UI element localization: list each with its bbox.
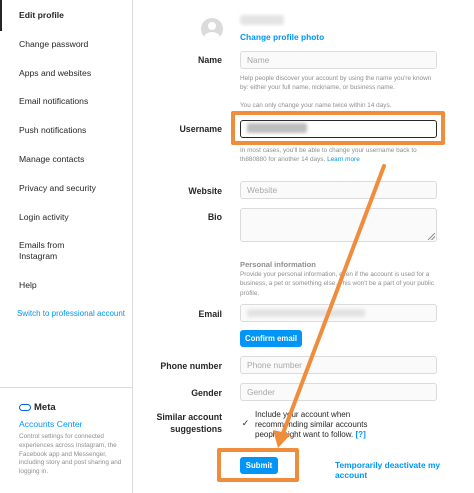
website-field[interactable] [240,181,437,199]
similar-accounts-description: Include your account when recommending s… [255,410,368,439]
change-profile-photo-link[interactable]: Change profile photo [240,32,324,42]
username-help-text: In most cases, you'll be able to change … [240,146,440,165]
similar-accounts-label: Similar account suggestions [0,411,222,435]
similar-accounts-text: Include your account when recommending s… [255,410,371,440]
gender-label: Gender [191,388,222,398]
meta-infinity-icon [19,404,31,411]
personal-info-help: Provide your personal information, even … [240,271,434,297]
active-indicator [0,0,2,31]
deactivate-account-link[interactable]: Temporarily deactivate my account [335,460,474,480]
resize-handle-icon[interactable] [428,233,435,240]
sidebar-item-apps-websites[interactable]: Apps and websites [19,68,91,79]
similar-accounts-label-line1: Similar account [156,412,222,422]
sidebar-item-manage-contacts[interactable]: Manage contacts [19,154,84,165]
blurred-email-value [247,309,365,317]
website-label: Website [188,186,222,196]
learn-more-link[interactable]: Learn more [327,156,360,163]
help-question-link[interactable]: [?] [356,430,366,439]
sidebar-item-email-notifications[interactable]: Email notifications [19,96,88,107]
similar-accounts-checkbox[interactable]: ✓ [240,418,251,429]
gender-field[interactable] [240,383,437,401]
name-field[interactable] [240,51,437,69]
similar-accounts-label-line2: suggestions [170,424,222,434]
blurred-username-header [240,15,284,25]
bio-field[interactable] [240,208,437,242]
personal-info-title: Personal information [240,260,316,269]
avatar[interactable] [201,18,223,40]
phone-label: Phone number [160,361,222,371]
sidebar-item-emails-from-instagram[interactable]: Emails from Instagram [19,240,89,262]
username-label: Username [179,124,222,134]
bio-label: Bio [207,212,222,222]
email-label: Email [198,309,222,319]
submit-button[interactable]: Submit [240,457,278,474]
sidebar-item-help[interactable]: Help [19,280,37,291]
name-label: Name [198,55,222,65]
phone-field[interactable] [240,356,437,374]
accounts-center-description: Control settings for connected experienc… [19,433,122,476]
name-change-limit-text: You can only change your name twice with… [240,102,392,109]
name-help-text: Help people discover your account by usi… [240,75,432,92]
sidebar-item-change-password[interactable]: Change password [19,39,88,50]
blurred-username-value [247,123,307,133]
confirm-email-button[interactable]: Confirm email [240,330,302,347]
sidebar-item-edit-profile[interactable]: Edit profile [19,10,64,21]
